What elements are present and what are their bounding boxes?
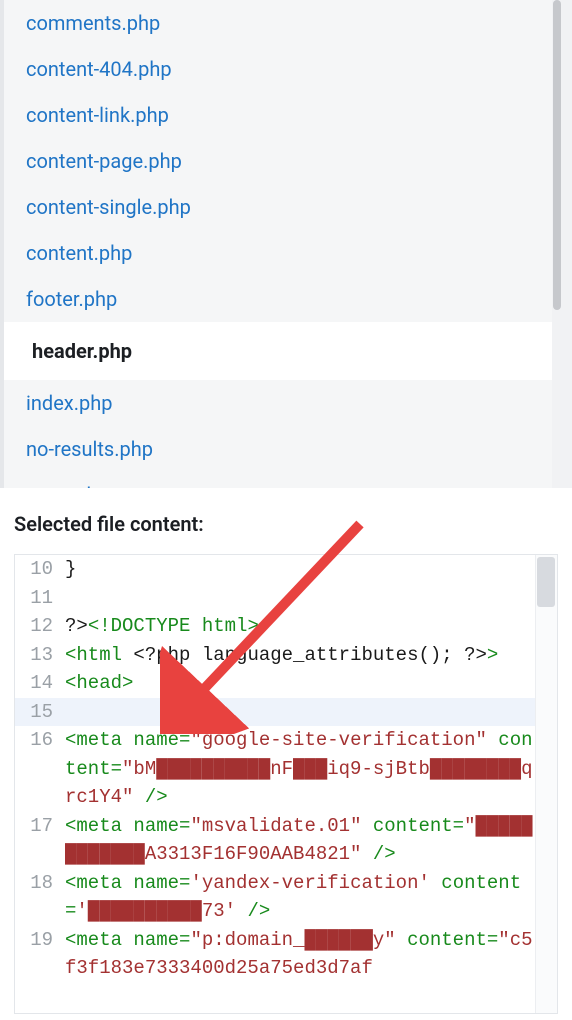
code-line: 19 <meta name="p:domain_██████y" content… [15, 926, 557, 983]
code-line: 18 <meta name='yandex-verification' cont… [15, 869, 557, 926]
code-text: <html <?php language_attributes(); ?>> [61, 641, 557, 670]
line-number: 13 [15, 641, 61, 670]
code-line: 13 <html <?php language_attributes(); ?>… [15, 641, 557, 670]
file-item[interactable]: page.php [4, 472, 562, 488]
file-item[interactable]: footer.php [4, 276, 562, 322]
code-line: 12 ?><!DOCTYPE html> [15, 612, 557, 641]
section-heading: Selected file content: [0, 488, 572, 536]
code-text: ?><!DOCTYPE html> [61, 612, 557, 641]
code-text: <meta name="msvalidate.01" content="████… [61, 812, 557, 869]
code-line: 11 [15, 584, 557, 613]
code-panel: 10 } 11 12 ?><!DOCTYPE html> 13 <html <?… [14, 554, 558, 1014]
line-number: 19 [15, 926, 61, 983]
scrollbar-thumb[interactable] [553, 0, 561, 310]
line-number: 12 [15, 612, 61, 641]
file-item[interactable]: content-page.php [4, 138, 562, 184]
code-text: } [61, 555, 557, 584]
file-item[interactable]: comments.php [4, 0, 562, 46]
file-item[interactable]: index.php [4, 380, 562, 426]
line-number: 10 [15, 555, 61, 584]
code-text: <meta name='yandex-verification' content… [61, 869, 557, 926]
line-number: 15 [15, 698, 61, 727]
code-line: 14 <head> [15, 669, 557, 698]
line-number: 17 [15, 812, 61, 869]
code-text: <head> [61, 669, 557, 698]
code-text [61, 584, 557, 613]
code-text: <meta name="p:domain_██████y" content="c… [61, 926, 557, 983]
scrollbar-track [535, 555, 557, 1013]
line-number: 11 [15, 584, 61, 613]
code-text [61, 698, 557, 727]
scrollbar-track [552, 0, 562, 488]
code-line: 10 } [15, 555, 557, 584]
line-number: 16 [15, 726, 61, 812]
line-number: 14 [15, 669, 61, 698]
file-item[interactable]: content-link.php [4, 92, 562, 138]
file-item[interactable]: no-results.php [4, 426, 562, 472]
file-list: comments.php content-404.php content-lin… [0, 0, 572, 488]
file-item[interactable]: content-single.php [4, 184, 562, 230]
file-item-selected[interactable]: header.php [0, 322, 562, 380]
file-item[interactable]: content-404.php [4, 46, 562, 92]
code-text: <meta name="google-site-verification" co… [61, 726, 557, 812]
file-item[interactable]: content.php [4, 230, 562, 276]
scrollbar-thumb[interactable] [537, 557, 555, 607]
code-line: 16 <meta name="google-site-verification"… [15, 726, 557, 812]
code-line: 17 <meta name="msvalidate.01" content="█… [15, 812, 557, 869]
code-line-highlighted: 15 [15, 698, 557, 727]
line-number: 18 [15, 869, 61, 926]
